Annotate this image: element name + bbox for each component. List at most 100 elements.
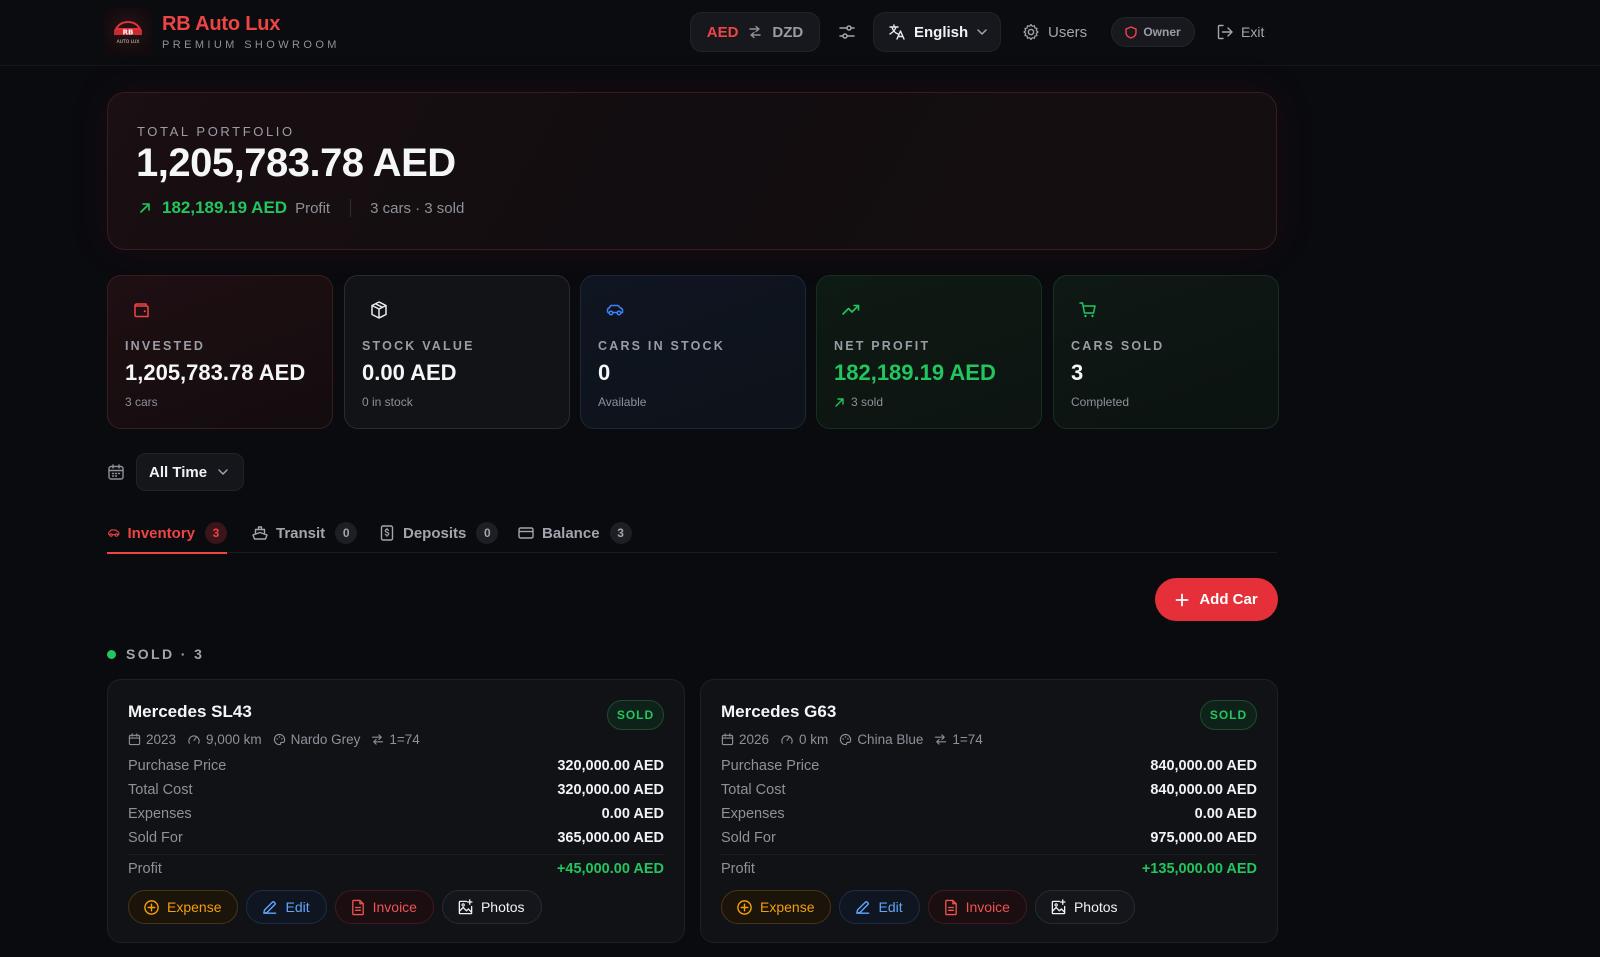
tab-deposits[interactable]: Deposits 0 [378,513,499,553]
document-icon [944,899,957,915]
car-meta: 2023 9,000 km Nardo Grey 1=74 [128,730,431,748]
edit-label: Edit [878,899,903,915]
invoice-label: Invoice [372,899,417,915]
wallet-icon [134,303,149,318]
expenses-row: Expenses 0.00 AED [128,802,664,826]
stat-card-net-profit: NET PROFIT 182,189.19 AED 3 sold [816,275,1042,429]
row-label: Total Cost [721,782,786,798]
expense-button[interactable]: Expense [128,890,239,924]
language-label: English [914,23,969,41]
row-label: Sold For [721,830,776,846]
purchase-price-row: Purchase Price 320,000.00 AED [128,754,664,778]
row-value: 975,000.00 AED [1150,830,1257,846]
exchange-icon [935,733,947,745]
gear-icon [1023,23,1039,41]
expenses-row: Expenses 0.00 AED [721,802,1257,826]
portfolio-summary-card: TOTAL PORTFOLIO 1,205,783.78 AED 182,189… [107,92,1277,250]
users-button[interactable]: Users [1022,20,1087,44]
car-rate: 1=74 [952,731,983,747]
row-value: +135,000.00 AED [1141,861,1257,877]
status-badge: SOLD [1200,700,1257,730]
row-label: Expenses [128,806,192,822]
exit-button[interactable]: Exit [1216,20,1264,44]
stat-subtext: Available [598,395,647,409]
add-car-button[interactable]: Add Car [1155,578,1278,621]
edit-button[interactable]: Edit [246,890,327,924]
car-icon [108,529,120,537]
photos-button[interactable]: Photos [441,890,542,924]
palette-icon [273,733,285,745]
currency-toggle[interactable]: AED DZD [690,12,820,52]
period-select[interactable]: All Time [136,453,244,491]
portfolio-profit-label: Profit [295,199,331,217]
section-tabs: Inventory 3 Transit 0 Deposits 0 Balance… [107,513,1277,554]
language-select[interactable]: English [873,12,1001,52]
trending-up-icon [842,304,860,315]
exit-label: Exit [1241,24,1265,40]
total-cost-row: Total Cost 840,000.00 AED [721,778,1257,802]
invoice-button[interactable]: Invoice [927,890,1027,924]
chevron-down-icon [977,29,987,35]
sold-for-row: Sold For 975,000.00 AED [721,826,1257,850]
stat-subtext: 3 sold [851,395,884,409]
stat-subtext: Completed [1071,395,1130,409]
profit-row: Profit +135,000.00 AED [721,857,1257,881]
stat-value: 182,189.19 AED [834,360,996,385]
sold-section-header: SOLD · 3 [107,646,204,662]
edit-button[interactable]: Edit [839,890,920,924]
tab-count: 3 [205,522,227,544]
tab-balance[interactable]: Balance 3 [517,513,632,553]
period-value: All Time [149,463,208,481]
ship-icon [252,526,268,540]
trend-up-arrow-icon [835,397,844,407]
speedometer-icon [781,735,793,744]
photos-label: Photos [1073,899,1118,915]
swap-arrows-icon [749,25,762,39]
tab-inventory[interactable]: Inventory 3 [107,513,227,554]
divider [350,199,352,217]
total-cost-row: Total Cost 320,000.00 AED [128,778,664,802]
row-label: Total Cost [128,782,193,798]
currency-primary: AED [706,23,739,41]
car-actions: Expense Edit Invoice Photos [128,890,542,924]
invoice-label: Invoice [965,899,1010,915]
stat-card-invested: INVESTED 1,205,783.78 AED 3 cars [107,275,333,429]
cart-icon [1079,302,1096,318]
shield-icon [1125,25,1138,39]
plus-circle-icon [737,899,752,915]
stat-subtext: 0 in stock [362,395,413,409]
settings-sliders-button[interactable] [836,20,858,44]
photos-button[interactable]: Photos [1034,890,1135,924]
brand-name: RB Auto Lux [162,13,281,35]
car-mileage: 9,000 km [206,731,262,747]
invoice-button[interactable]: Invoice [334,890,434,924]
image-plus-icon [458,898,473,914]
pencil-icon [856,900,870,914]
stat-label: CARS IN STOCK [598,339,725,353]
portfolio-label: TOTAL PORTFOLIO [137,124,295,139]
calendar-icon [108,464,124,480]
edit-label: Edit [285,899,310,915]
pencil-icon [263,900,277,914]
car-card[interactable]: Mercedes G63 SOLD 2026 0 km China Blue 1… [700,679,1278,943]
document-icon [351,899,364,915]
brand-logo[interactable]: RB AUTO LUX [104,8,152,56]
profit-row: Profit +45,000.00 AED [128,857,664,881]
status-badge: SOLD [607,700,664,730]
chevron-down-icon [218,469,228,475]
tab-label: Deposits [403,524,467,542]
row-label: Expenses [721,806,785,822]
car-mileage: 0 km [799,731,829,747]
expense-button[interactable]: Expense [721,890,832,924]
svg-text:AUTO LUX: AUTO LUX [117,39,140,45]
car-card[interactable]: Mercedes SL43 SOLD 2023 9,000 km Nardo G… [107,679,685,943]
add-car-label: Add Car [1199,591,1258,608]
row-label: Purchase Price [721,758,820,774]
car-name: Mercedes G63 [721,702,837,721]
car-color: Nardo Grey [290,731,361,747]
sold-for-row: Sold For 365,000.00 AED [128,826,664,850]
divider [721,854,1257,855]
tab-transit[interactable]: Transit 0 [251,513,358,553]
svg-text:RB: RB [123,29,134,37]
section-title: SOLD · 3 [126,646,205,662]
